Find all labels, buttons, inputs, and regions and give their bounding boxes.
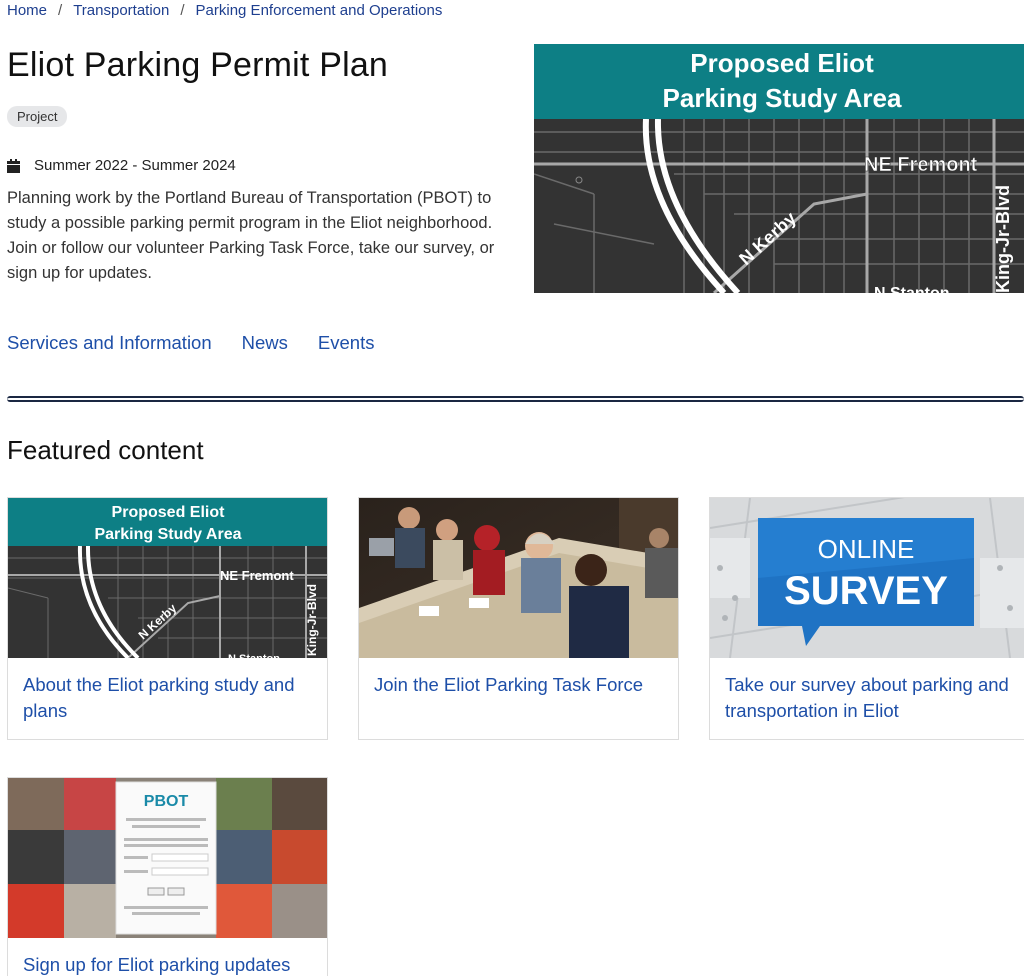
hero-map-street-fremont: NE Fremont: [864, 154, 978, 176]
calendar-icon: [7, 158, 20, 173]
thumb-map-title-1: Proposed Eliot: [112, 504, 226, 521]
hero-map-title-2: Parking Study Area: [663, 83, 902, 113]
breadcrumb-separator: /: [58, 2, 63, 19]
thumb-map-title-2: Parking Study Area: [94, 526, 241, 543]
project-badge: Project: [7, 106, 68, 127]
hero-map-title-1: Proposed Eliot: [690, 48, 874, 78]
breadcrumb-separator: /: [180, 2, 185, 19]
breadcrumb-transportation[interactable]: Transportation: [73, 2, 169, 19]
date-range: Summer 2022 - Summer 2024: [7, 157, 236, 174]
survey-graphic-line2: SURVEY: [784, 569, 948, 613]
breadcrumb: Home / Transportation / Parking Enforcem…: [7, 2, 442, 19]
thumb-street-stanton: N Stanton: [228, 653, 280, 658]
date-range-text: Summer 2022 - Summer 2024: [34, 157, 236, 174]
signup-collage-image: PBOT: [8, 778, 327, 938]
thumb-street-fremont: NE Fremont: [220, 568, 294, 583]
page-summary: Planning work by the Portland Bureau of …: [7, 189, 495, 282]
featured-card-about-study[interactable]: Proposed Eliot Parking Study Area NE Fre…: [7, 497, 328, 740]
featured-card-task-force[interactable]: Join the Eliot Parking Task Force: [358, 497, 679, 740]
study-area-map-thumbnail: Proposed Eliot Parking Study Area NE Fre…: [8, 498, 327, 658]
section-tabs: Services and Information News Events: [7, 332, 374, 354]
section-divider: [7, 396, 1024, 402]
featured-content-heading: Featured content: [7, 435, 204, 465]
hero-map-image: Proposed Eliot Parking Study Area NE Fre…: [534, 44, 1024, 293]
task-force-meeting-photo: [359, 498, 678, 658]
featured-card-signup[interactable]: PBOT Sign up for Eliot parking updates: [7, 777, 328, 976]
tab-events[interactable]: Events: [318, 332, 375, 354]
hero-map-street-king: King-Jr-Blvd: [993, 185, 1013, 293]
breadcrumb-home[interactable]: Home: [7, 2, 47, 19]
card-label: Take our survey about parking and transp…: [725, 674, 1009, 721]
breadcrumb-parking-enforcement[interactable]: Parking Enforcement and Operations: [196, 2, 443, 19]
page-title: Eliot Parking Permit Plan: [7, 46, 389, 84]
hero-map-street-stanton: N Stanton: [874, 285, 950, 293]
card-label: Sign up for Eliot parking updates: [23, 954, 291, 975]
online-survey-graphic: ONLINE SURVEY: [710, 498, 1024, 658]
survey-graphic-line1: ONLINE: [818, 534, 915, 564]
featured-card-survey[interactable]: ONLINE SURVEY Take our survey about park…: [709, 497, 1024, 740]
signup-pbot-logo: PBOT: [144, 793, 189, 810]
card-label: About the Eliot parking study and plans: [23, 674, 295, 721]
tab-services-and-information[interactable]: Services and Information: [7, 332, 212, 354]
tab-news[interactable]: News: [242, 332, 288, 354]
card-label: Join the Eliot Parking Task Force: [374, 674, 644, 695]
thumb-street-king: King-Jr-Blvd: [305, 584, 319, 656]
